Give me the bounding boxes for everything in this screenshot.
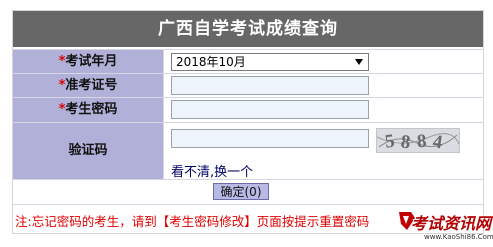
captcha-char: 8 [416, 131, 427, 152]
exam-date-cell: 2018年10月 [165, 50, 483, 73]
score-query-form: 广西自学考试成绩查询 *考试年月 2018年10月 *准考证号 *考生密码 验证… [12, 10, 484, 234]
exam-date-select[interactable]: 2018年10月 [171, 53, 369, 71]
password-reset-note: 注:忘记密码的考生，请到【考生密码修改】页面按提示重置密码 [15, 211, 369, 230]
password-label-text: 考生密码 [65, 102, 118, 117]
ticket-label-text: 准考证号 [65, 78, 118, 93]
captcha-refresh-link[interactable]: 看不清,换一个 [171, 161, 253, 180]
chevron-down-icon [355, 59, 363, 65]
exam-date-row: *考试年月 2018年10月 [13, 49, 483, 73]
submit-button[interactable]: 确定(0) [213, 183, 269, 200]
ticket-number-input[interactable] [171, 76, 369, 95]
submit-row: 确定(0) [13, 179, 483, 204]
watermark-url: www.KaoShi86.Com [424, 233, 493, 241]
captcha-image[interactable]: 5 8 8 4 [376, 128, 460, 153]
captcha-graphic: 5 8 8 4 [377, 129, 459, 152]
ticket-cell [165, 74, 483, 97]
note-suffix: 】页面按提示重置密码 [244, 214, 370, 229]
note-prefix: 注:忘记密码的考生，请到【 [15, 214, 170, 229]
captcha-char: 8 [400, 131, 412, 152]
watermark-text: 考试资讯网 [411, 214, 492, 233]
password-row: *考生密码 [13, 97, 483, 122]
ticket-label: *准考证号 [13, 74, 164, 97]
password-input[interactable] [171, 100, 369, 119]
password-cell [165, 98, 483, 122]
captcha-input[interactable] [171, 129, 369, 148]
exam-date-selected-value: 2018年10月 [176, 55, 246, 69]
password-label: *考生密码 [13, 98, 164, 122]
captcha-row: 验证码 5 8 8 4 看不清,换一个 [13, 122, 483, 180]
page-title: 广西自学考试成绩查询 [13, 11, 483, 47]
exam-date-label-text: 考试年月 [65, 54, 118, 69]
password-change-link[interactable]: 考生密码修改 [169, 214, 244, 229]
captcha-label: 验证码 [13, 123, 164, 179]
site-watermark: 考试资讯网 www.KaoShi86.Com [397, 208, 493, 247]
captcha-cell: 5 8 8 4 看不清,换一个 [165, 123, 483, 180]
ticket-row: *准考证号 [13, 73, 483, 97]
exam-date-label: *考试年月 [13, 50, 164, 73]
